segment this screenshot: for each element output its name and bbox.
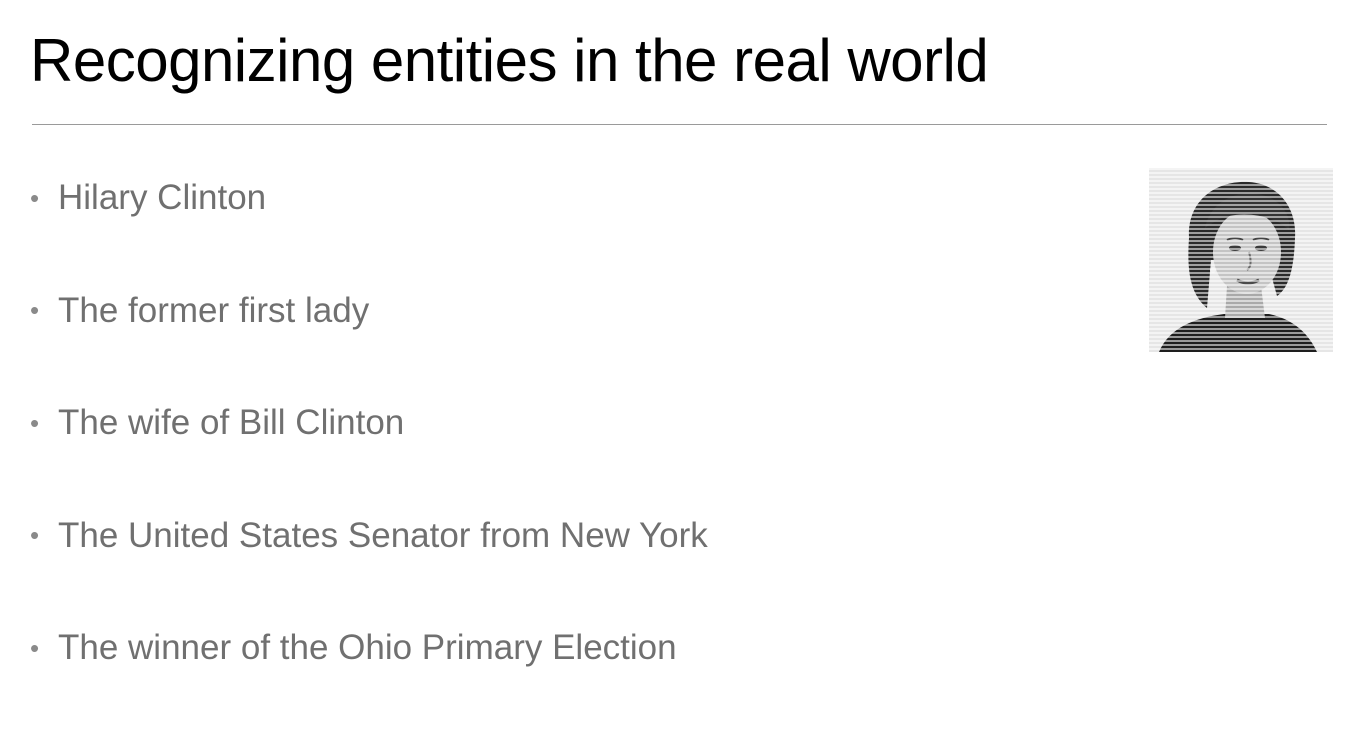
bullet-text: Hilary Clinton	[58, 178, 267, 217]
bullet-text: The former first lady	[58, 290, 370, 330]
bullet-dot-icon: •	[30, 632, 40, 663]
portrait-photo-icon	[1149, 168, 1333, 352]
slide-title: Recognizing entities in the real world	[30, 27, 989, 94]
bullet-dot-icon: •	[30, 520, 40, 550]
bullet-item: • The winner of the Ohio Primary Electio…	[30, 620, 708, 676]
title-divider	[32, 124, 1327, 125]
bullet-item: • The United States Senator from New Yor…	[30, 508, 708, 564]
bullet-item: • Hilary Clinton	[30, 170, 708, 226]
bullet-text: The winner of the Ohio Primary Election	[58, 628, 677, 667]
bullet-item: • The former first lady	[30, 283, 708, 339]
slide: Recognizing entities in the real world •…	[0, 0, 1354, 736]
bullet-dot-icon: •	[30, 295, 40, 325]
bullet-text: The United States Senator from New York	[58, 515, 708, 555]
bullet-dot-icon: •	[30, 407, 40, 438]
bullet-list: • Hilary Clinton • The former first lady…	[30, 170, 708, 733]
bullet-dot-icon: •	[30, 182, 40, 213]
bullet-text: The wife of Bill Clinton	[58, 403, 405, 442]
bullet-item: • The wife of Bill Clinton	[30, 395, 708, 451]
portrait-photo	[1149, 168, 1333, 352]
